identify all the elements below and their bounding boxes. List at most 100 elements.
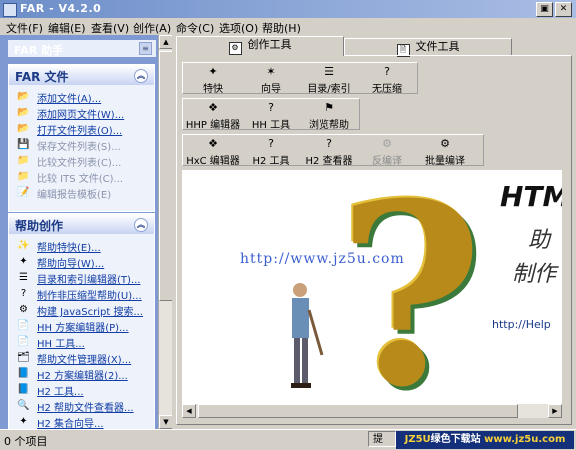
toolbar-row-3: ❖ HxC 编辑器? H2 工具? H2 查看器 ⚙ 反编译 ⚙ 批量编译 <box>182 134 484 167</box>
toolbar-row-2: ❖ HHP 编辑器? HH 工具 ⚑ 浏览帮助 <box>182 98 360 131</box>
sidebar-link[interactable]: ✨ 帮助特快(E)... <box>9 238 154 254</box>
main-area: ⚙ 创作工具 🗎 文件工具 ✦ 特快 ✶ 向导 ☰ 目录/索引? 无压缩 ❖ HHP 编辑器? HH… <box>172 35 576 429</box>
uncompressed-button[interactable]: ? 无压缩 <box>359 64 415 95</box>
hscroll-thumb[interactable] <box>198 404 518 418</box>
wizard-button[interactable]: ✶ 向导 <box>243 64 299 95</box>
sidebar-link[interactable]: 🔍 H2 帮助文件查看器... <box>9 398 154 414</box>
express-button[interactable]: ✦ 特快 <box>185 64 241 95</box>
sidebar-link-label: H2 工具... <box>37 387 84 398</box>
toc-index-icon: ☰ <box>324 65 334 78</box>
save-icon: 💾 <box>17 139 30 150</box>
browse-help-button[interactable]: ⚑ 浏览帮助 <box>301 100 357 131</box>
menu-file[interactable]: 文件(F) <box>6 20 43 36</box>
sidebar-link-label: H2 集合向导... <box>37 419 104 429</box>
h2-tools-button[interactable]: ? H2 工具 <box>243 136 299 167</box>
preview-help-url[interactable]: http://Help <box>492 318 551 331</box>
sidebar-link-label: H2 方案编辑器(2)... <box>37 371 128 382</box>
h2-viewer-icon: 🔍 <box>17 400 30 411</box>
menu-options[interactable]: 选项(O) <box>219 20 258 36</box>
tool-label: 无压缩 <box>372 84 402 95</box>
hh-project-icon: 📄 <box>17 320 30 331</box>
sidebar-link[interactable]: 📄 HH 工具... <box>9 334 154 350</box>
hh-tools-button[interactable]: ? HH 工具 <box>243 100 299 131</box>
sidebar-link[interactable]: ✦ 帮助向导(W)... <box>9 254 154 270</box>
toolbar-row-1: ✦ 特快 ✶ 向导 ☰ 目录/索引 ? 无压缩 <box>182 62 418 95</box>
tool-label: 反编译 <box>372 156 402 167</box>
h2-collection-icon: ✦ <box>19 416 28 427</box>
tool-label: 目录/索引 <box>307 84 351 95</box>
status-cell: 提 <box>368 431 396 447</box>
folder-add-icon: 📂 <box>17 91 30 102</box>
sidebar-link[interactable]: 📂 打开文件列表(O)... <box>9 121 154 137</box>
sidebar-link[interactable]: 📂 添加文件(A)... <box>9 89 154 105</box>
preview-cn-line-2: 制作 <box>512 262 557 287</box>
sidebar-link-label: 编辑报告模板(E) <box>37 190 112 201</box>
tab-label: 创作工具 <box>247 38 292 51</box>
decompile-button: ⚙ 反编译 <box>359 136 415 167</box>
help-authoring-header[interactable]: 帮助创作 ︽ <box>9 214 154 234</box>
tab-authoring-tools[interactable]: ⚙ 创作工具 <box>176 36 344 56</box>
menu-command[interactable]: 命令(C) <box>176 20 214 36</box>
menu-edit[interactable]: 编辑(E) <box>48 20 86 36</box>
batch-compile-button[interactable]: ⚙ 批量编译 <box>417 136 473 167</box>
sidebar-link[interactable]: 📘 H2 工具... <box>9 382 154 398</box>
sidebar-link-label: 帮助特快(E)... <box>37 243 101 254</box>
far-files-title: FAR 文件 <box>15 70 69 84</box>
menu-view[interactable]: 查看(V) <box>91 20 129 36</box>
collapse-icon[interactable]: ︽ <box>134 218 148 232</box>
tools-icon: ⚙ <box>228 42 242 55</box>
sidebar-link[interactable]: ⚙ 构建 JavaScript 搜索... <box>9 302 154 318</box>
menu-help[interactable]: 帮助(H) <box>262 20 301 36</box>
h2-viewer-button[interactable]: ? H2 查看器 <box>301 136 357 167</box>
hhp-editor-button[interactable]: ❖ HHP 编辑器 <box>185 100 241 131</box>
sidebar-menu-button[interactable]: ≡ <box>139 42 152 55</box>
edit-template-icon: 📝 <box>17 187 30 198</box>
far-files-panel: FAR 文件 ︽ 📂 添加文件(A)... 📂 添加网页文件(W)... 📂 打开文件列表… <box>8 64 155 212</box>
preview-hscrollbar[interactable]: ◀ ▶ <box>182 404 562 418</box>
scroll-down-icon[interactable]: ▼ <box>159 415 173 429</box>
tool-label: HxC 编辑器 <box>186 156 240 167</box>
sidebar-link[interactable]: ✦ H2 集合向导... <box>9 414 154 429</box>
sidebar-scrollbar[interactable]: ▲ ▼ <box>158 35 173 429</box>
scroll-left-icon[interactable]: ◀ <box>182 404 196 418</box>
sidebar-link[interactable]: 📄 HH 方案编辑器(P)... <box>9 318 154 334</box>
site-banner: JZ5U绿色下载站 www.jz5u.com <box>396 431 574 449</box>
hhp-editor-icon: ❖ <box>208 101 218 114</box>
sidebar-link-label: 帮助文件管理器(X)... <box>37 355 132 366</box>
h2-project-icon: 📘 <box>17 368 30 379</box>
tool-label: HHP 编辑器 <box>185 120 241 131</box>
restore-button[interactable]: ▣ <box>536 2 553 17</box>
hh-tools-icon: ? <box>268 101 274 114</box>
sidebar-link[interactable]: 🗂 帮助文件管理器(X)... <box>9 350 154 366</box>
sidebar-link[interactable]: ☰ 目录和索引编辑器(T)... <box>9 270 154 286</box>
person-illustration <box>291 283 324 388</box>
scroll-right-icon[interactable]: ▶ <box>548 404 562 418</box>
preview-cn-line-1: 助 <box>528 228 551 253</box>
question-mark-illustration: ? <box>337 170 484 405</box>
tab-file-tools[interactable]: 🗎 文件工具 <box>344 38 512 57</box>
sidebar-link: 📁 比较 ITS 文件(C)... <box>9 169 154 185</box>
sidebar-link[interactable]: 📂 添加网页文件(W)... <box>9 105 154 121</box>
menu-author[interactable]: 创作(A) <box>133 20 171 36</box>
sidebar-link[interactable]: ? 制作非压缩型帮助(U)... <box>9 286 154 302</box>
task-sidebar: FAR 助手 ≡ FAR 文件 ︽ 📂 添加文件(A)... 📂 添加网页文件(W).… <box>0 35 158 429</box>
close-button[interactable]: ✕ <box>555 2 572 17</box>
scroll-thumb[interactable] <box>159 51 173 301</box>
far-files-header[interactable]: FAR 文件 ︽ <box>9 65 154 85</box>
scroll-up-icon[interactable]: ▲ <box>159 35 173 49</box>
sidebar-link-label: 比较文件列表(C)... <box>37 158 122 169</box>
tool-label: H2 工具 <box>252 156 290 167</box>
h2-tools-icon: 📘 <box>17 384 30 395</box>
tool-label: 浏览帮助 <box>309 120 349 131</box>
sidebar-link: 📁 比较文件列表(C)... <box>9 153 154 169</box>
collapse-icon[interactable]: ︽ <box>134 69 148 83</box>
banner-mid: 绿色下载站 <box>430 434 481 445</box>
sidebar-link[interactable]: 📘 H2 方案编辑器(2)... <box>9 366 154 382</box>
hh-tools-icon: 📄 <box>17 336 30 347</box>
hxc-editor-button[interactable]: ❖ HxC 编辑器 <box>185 136 241 167</box>
magic-wand-icon: ✨ <box>17 240 30 251</box>
tool-label: H2 查看器 <box>305 156 353 167</box>
compare-folder-icon: 📁 <box>17 155 30 166</box>
toc-index-button[interactable]: ☰ 目录/索引 <box>301 64 357 95</box>
hxc-editor-icon: ❖ <box>208 137 218 150</box>
